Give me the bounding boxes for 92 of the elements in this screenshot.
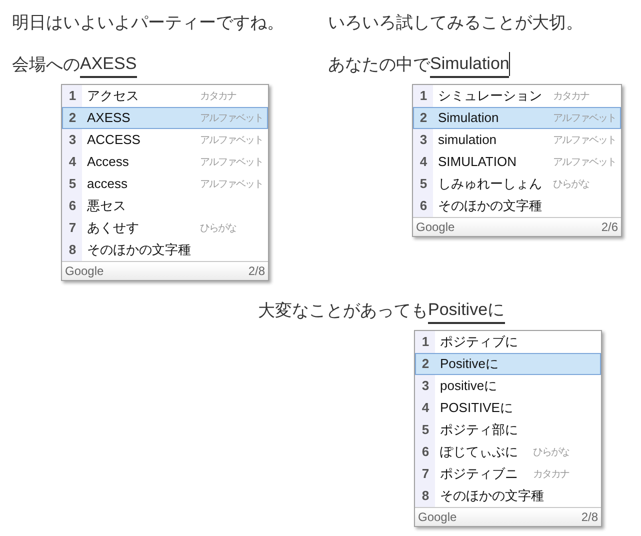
page-indicator: 2/8 — [581, 509, 598, 526]
candidate-text: Positiveに — [440, 355, 500, 374]
candidate-number: 1 — [68, 87, 78, 106]
candidate-type: アルファベット — [200, 112, 264, 126]
candidate-number: 3 — [68, 131, 78, 150]
candidate-type: カタカナ — [200, 90, 238, 104]
candidate-text: SIMULATION — [438, 153, 518, 172]
preedit-text: Positiveに — [428, 298, 505, 324]
candidate-number: 6 — [418, 197, 428, 216]
candidate-type: ひらがな — [533, 446, 570, 460]
candidate-text: しみゅれーしょん — [438, 175, 543, 194]
context-text: 明日はいよいよパーティーですね。 — [12, 12, 284, 34]
candidate-item[interactable]: 6 そのほかの文字種 — [413, 195, 621, 217]
page-indicator: 2/8 — [248, 263, 265, 280]
candidate-item[interactable]: 1 シミュレーション カタカナ — [413, 85, 621, 107]
candidate-number: 5 — [418, 175, 428, 194]
candidate-number: 1 — [418, 87, 428, 106]
candidate-number: 4 — [68, 153, 78, 172]
candidate-number: 4 — [418, 153, 428, 172]
candidate-text: シミュレーション — [438, 87, 543, 106]
candidate-type: カタカナ — [553, 90, 590, 104]
candidate-item[interactable]: 4 SIMULATION アルファベット — [413, 151, 621, 173]
candidate-text: そのほかの文字種 — [438, 197, 543, 216]
candidate-item[interactable]: 7 あくせす ひらがな — [62, 217, 268, 239]
candidate-number: 4 — [420, 399, 430, 418]
candidate-item[interactable]: 4 POSITIVEに — [415, 397, 601, 419]
candidate-text: ポジティブニ — [440, 465, 519, 484]
candidate-item[interactable]: 7 ポジティブニ カタカナ — [415, 463, 601, 485]
committed-text: 大変なことがあっても — [258, 300, 428, 322]
candidate-number: 2 — [420, 355, 430, 374]
candidate-type: アルファベット — [553, 112, 617, 126]
candidate-text: Access — [87, 153, 130, 172]
candidate-item[interactable]: 5 しみゅれーしょん ひらがな — [413, 173, 621, 195]
candidate-text: ACCESS — [87, 131, 142, 150]
candidate-text: アクセス — [87, 87, 140, 106]
candidate-item[interactable]: 2 AXESS アルファベット — [62, 107, 268, 129]
candidate-type: ひらがな — [200, 222, 237, 236]
candidate-text: simulation — [438, 131, 498, 150]
candidate-number: 3 — [420, 377, 430, 396]
committed-text: あなたの中で — [328, 54, 430, 76]
candidate-number: 8 — [68, 241, 78, 260]
candidate-item[interactable]: 5 access アルファベット — [62, 173, 268, 195]
candidate-number: 6 — [68, 197, 78, 216]
candidate-item[interactable]: 3 ACCESS アルファベット — [62, 129, 268, 151]
candidate-text: そのほかの文字種 — [440, 487, 545, 506]
candidate-item[interactable]: 1 ポジティブに — [415, 331, 601, 353]
candidate-number: 1 — [420, 333, 430, 352]
candidate-number: 8 — [420, 487, 430, 506]
candidate-type: アルファベット — [200, 178, 264, 192]
candidate-text: 悪セス — [87, 197, 127, 216]
candidate-number: 2 — [68, 109, 78, 128]
page-indicator: 2/6 — [601, 219, 618, 236]
candidate-number: 2 — [418, 109, 428, 128]
source-label: Google — [65, 263, 104, 280]
candidate-item[interactable]: 2 Positiveに — [415, 353, 601, 375]
candidate-item[interactable]: 5 ポジティ部に — [415, 419, 601, 441]
candidate-type: アルファベット — [200, 134, 264, 148]
candidate-type: アルファベット — [553, 156, 617, 170]
context-text: いろいろ試してみることが大切。 — [328, 12, 584, 34]
candidate-item[interactable]: 3 simulation アルファベット — [413, 129, 621, 151]
candidate-text: そのほかの文字種 — [87, 241, 192, 260]
candidate-type: アルファベット — [200, 156, 264, 170]
candidate-item[interactable]: 1 アクセス カタカナ — [62, 85, 268, 107]
candidate-item[interactable]: 6 悪セス — [62, 195, 268, 217]
candidate-text: AXESS — [87, 109, 132, 128]
candidate-item[interactable]: 8 そのほかの文字種 — [62, 239, 268, 261]
candidate-item[interactable]: 3 positiveに — [415, 375, 601, 397]
candidate-type: ひらがな — [553, 178, 590, 192]
candidate-text: positiveに — [440, 377, 498, 396]
candidate-type: アルファベット — [553, 134, 617, 148]
candidate-number: 7 — [68, 219, 78, 238]
candidate-item[interactable]: 8 そのほかの文字種 — [415, 485, 601, 507]
candidate-item[interactable]: 4 Access アルファベット — [62, 151, 268, 173]
candidate-text: Simulation — [438, 109, 500, 128]
candidate-type: カタカナ — [533, 468, 570, 482]
candidate-number: 6 — [420, 443, 430, 462]
candidate-text: あくせす — [87, 219, 140, 238]
candidate-number: 7 — [420, 465, 430, 484]
candidate-item[interactable]: 2 Simulation アルファベット — [413, 107, 621, 129]
candidate-item[interactable]: 6 ぽじてぃぶに ひらがな — [415, 441, 601, 463]
source-label: Google — [416, 219, 455, 236]
candidate-number: 5 — [420, 421, 430, 440]
candidate-number: 5 — [68, 175, 78, 194]
candidate-number: 3 — [418, 131, 428, 150]
source-label: Google — [418, 509, 457, 526]
candidate-text: ポジティ部に — [440, 421, 519, 440]
candidate-text: POSITIVEに — [440, 399, 514, 418]
candidate-text: ポジティブに — [440, 333, 519, 352]
preedit-text: AXESS — [80, 52, 137, 78]
candidate-text: ぽじてぃぶに — [440, 443, 519, 462]
committed-text: 会場への — [12, 54, 80, 76]
candidate-text: access — [87, 175, 128, 194]
